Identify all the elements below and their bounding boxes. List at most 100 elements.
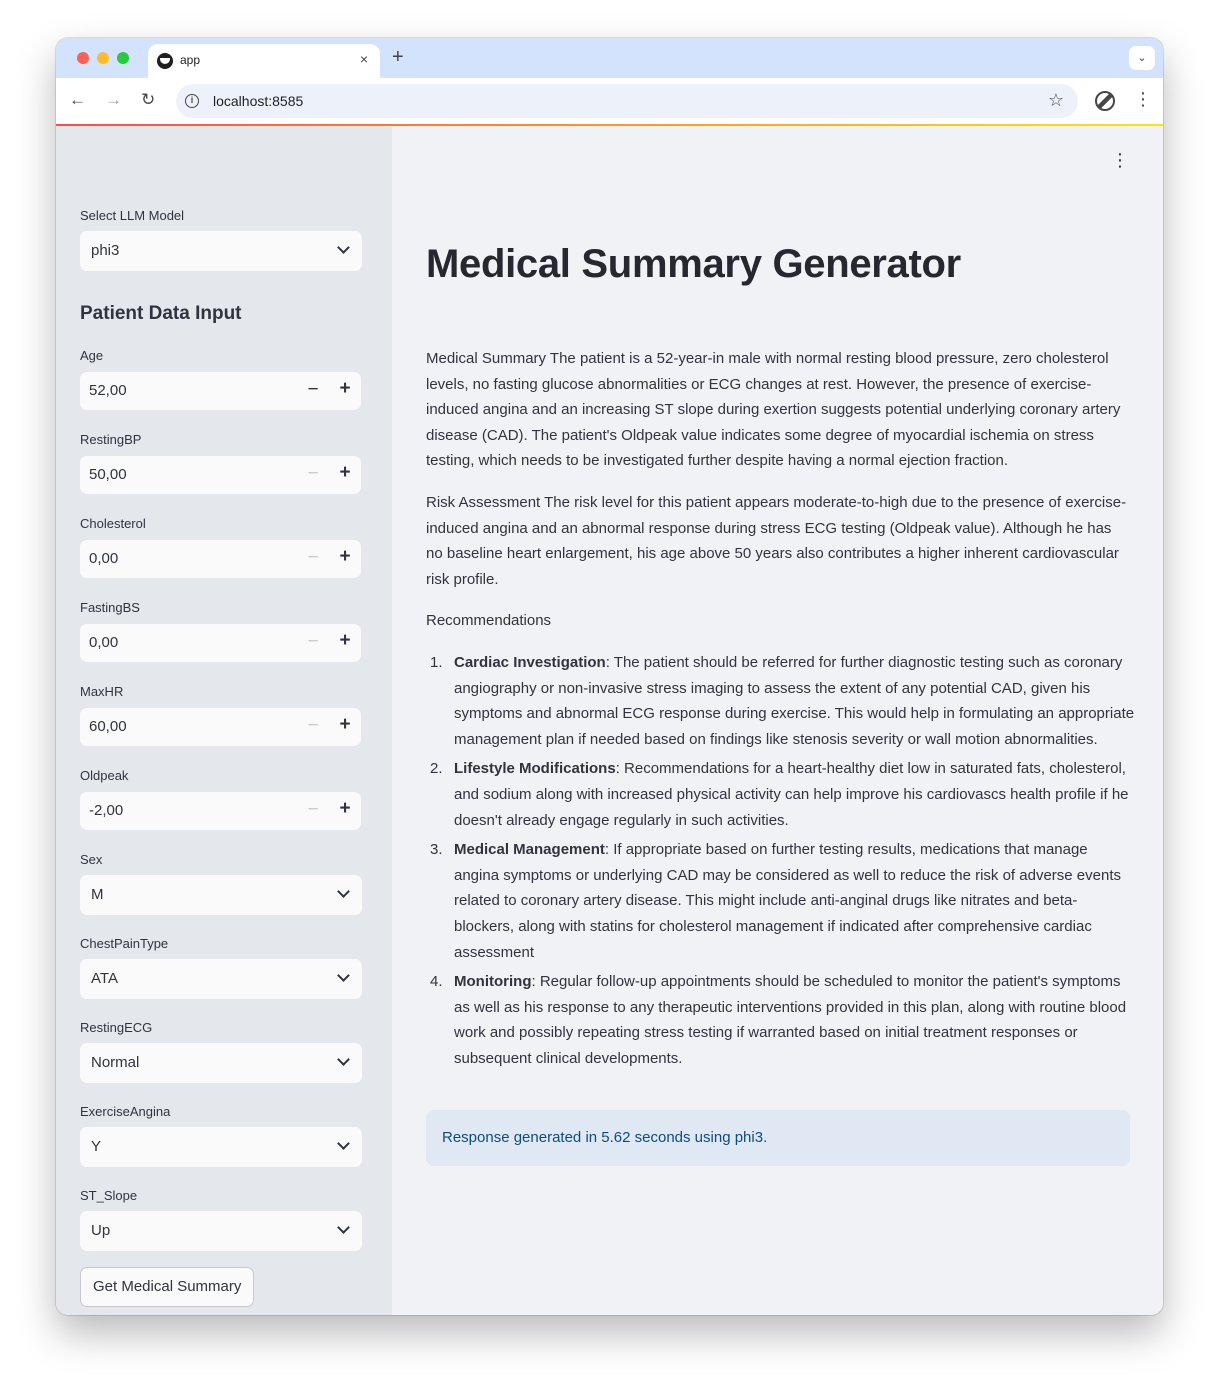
fastingbs-decrement-button[interactable]: − [303, 631, 323, 653]
oldpeak-decrement-button[interactable]: − [303, 799, 323, 821]
restingbp-value[interactable]: 50,00 [89, 466, 127, 483]
list-item: 1. Cardiac Investigation: The patient sh… [426, 650, 1136, 752]
chestpaintype-select[interactable]: ATA [80, 959, 362, 999]
chevron-down-icon [337, 885, 350, 898]
patient-data-heading: Patient Data Input [80, 303, 242, 324]
list-item: 3. Medical Management: If appropriate ba… [426, 837, 1136, 965]
sidebar: Select LLM Model phi3 Patient Data Input… [56, 126, 392, 1315]
site-info-icon[interactable]: i [185, 94, 199, 108]
chevron-down-icon [337, 241, 350, 254]
exerciseangina-select[interactable]: Y [80, 1127, 362, 1167]
model-select-label: Select LLM Model [80, 208, 185, 223]
recommendations-list: 1. Cardiac Investigation: The patient sh… [426, 650, 1136, 1076]
tab-strip: app × + ⌄ [56, 38, 1163, 78]
maximize-window-button[interactable] [117, 52, 129, 64]
list-item-text: : Regular follow-up appointments should … [454, 973, 1127, 1067]
list-item: 2. Lifestyle Modifications: Recommendati… [426, 756, 1136, 833]
browser-menu-icon[interactable]: ⋮ [1134, 89, 1152, 110]
risk-assessment-paragraph: Risk Assessment The risk level for this … [426, 494, 1127, 588]
oldpeak-input[interactable]: -2,00 − + [80, 792, 361, 830]
chestpaintype-select-value: ATA [91, 970, 118, 987]
list-item-title: Lifestyle Modifications [454, 760, 616, 778]
age-value[interactable]: 52,00 [89, 382, 127, 399]
sex-select-value: M [91, 886, 104, 903]
list-item: 4. Monitoring: Regular follow-up appoint… [426, 969, 1136, 1071]
st-slope-select-value: Up [91, 1222, 111, 1239]
list-item-number: 2. [430, 760, 443, 778]
age-label: Age [80, 348, 104, 363]
maxhr-label: MaxHR [80, 684, 124, 699]
chevron-down-icon [337, 1053, 350, 1066]
sex-select[interactable]: M [80, 875, 362, 915]
chevron-down-icon [337, 1137, 350, 1150]
streamlit-favicon-icon [157, 53, 173, 69]
app-menu-icon[interactable]: ⋮ [1111, 150, 1129, 171]
age-increment-button[interactable]: + [335, 378, 355, 400]
list-item-number: 3. [430, 841, 443, 859]
info-alert: Response generated in 5.62 seconds using… [426, 1110, 1130, 1166]
oldpeak-value[interactable]: -2,00 [89, 802, 123, 819]
cholesterol-value[interactable]: 0,00 [89, 550, 118, 567]
main-content: ⋮ Medical Summary Generator Medical Summ… [392, 126, 1163, 1315]
restingbp-label: RestingBP [80, 432, 142, 447]
cholesterol-increment-button[interactable]: + [335, 546, 355, 568]
browser-tab[interactable]: app × [148, 44, 380, 78]
oldpeak-increment-button[interactable]: + [335, 798, 355, 820]
cholesterol-decrement-button[interactable]: − [303, 547, 323, 569]
list-item-title: Monitoring [454, 973, 532, 991]
restingecg-select[interactable]: Normal [80, 1043, 362, 1083]
fastingbs-input[interactable]: 0,00 − + [80, 624, 361, 662]
st-slope-select[interactable]: Up [80, 1211, 362, 1251]
st-slope-label: ST_Slope [80, 1188, 138, 1203]
list-item-title: Medical Management [454, 841, 605, 859]
cholesterol-label: Cholesterol [80, 516, 146, 531]
fastingbs-increment-button[interactable]: + [335, 630, 355, 652]
age-decrement-button[interactable]: − [303, 379, 323, 401]
fastingbs-value[interactable]: 0,00 [89, 634, 118, 651]
restingbp-decrement-button[interactable]: − [303, 463, 323, 485]
close-window-button[interactable] [77, 52, 89, 64]
list-item-text: : If appropriate based on further testin… [454, 841, 1121, 961]
restingbp-increment-button[interactable]: + [335, 462, 355, 484]
chevron-down-icon [337, 969, 350, 982]
url-text[interactable]: localhost:8585 [213, 93, 303, 109]
recommendations-heading: Recommendations [426, 612, 552, 629]
info-alert-text: Response generated in 5.62 seconds using… [442, 1129, 768, 1146]
new-tab-button[interactable]: + [392, 46, 404, 69]
exerciseangina-label: ExerciseAngina [80, 1104, 171, 1119]
reload-button[interactable]: ↻ [141, 90, 155, 110]
cholesterol-input[interactable]: 0,00 − + [80, 540, 361, 578]
chestpaintype-label: ChestPainType [80, 936, 169, 951]
get-medical-summary-button[interactable]: Get Medical Summary [80, 1267, 255, 1307]
maxhr-value[interactable]: 60,00 [89, 718, 127, 735]
restingbp-input[interactable]: 50,00 − + [80, 456, 361, 494]
list-item-number: 4. [430, 973, 443, 991]
minimize-window-button[interactable] [97, 52, 109, 64]
browser-window: app × + ⌄ ← → ↻ i localhost:8585 ☆ ⋮ Sel… [56, 38, 1163, 1315]
oldpeak-label: Oldpeak [80, 768, 129, 783]
fastingbs-label: FastingBS [80, 600, 140, 615]
model-select[interactable]: phi3 [80, 231, 362, 271]
medical-summary-paragraph: Medical Summary The patient is a 52-year… [426, 350, 1121, 470]
maxhr-input[interactable]: 60,00 − + [80, 708, 361, 746]
bookmark-star-icon[interactable]: ☆ [1048, 90, 1064, 111]
profile-icon[interactable] [1095, 91, 1115, 111]
address-bar[interactable]: i localhost:8585 ☆ [176, 84, 1078, 118]
model-select-value: phi3 [91, 242, 120, 259]
sex-label: Sex [80, 852, 103, 867]
tab-search-button[interactable]: ⌄ [1129, 46, 1155, 70]
chevron-down-icon [337, 1221, 350, 1234]
maxhr-decrement-button[interactable]: − [303, 715, 323, 737]
restingecg-label: RestingECG [80, 1020, 153, 1035]
back-button[interactable]: ← [69, 90, 86, 110]
forward-button[interactable]: → [105, 90, 122, 110]
restingecg-select-value: Normal [91, 1054, 140, 1071]
age-input[interactable]: 52,00 − + [80, 372, 361, 410]
tab-close-icon[interactable]: × [360, 51, 368, 67]
tab-title: app [180, 53, 201, 67]
list-item-title: Cardiac Investigation [454, 654, 606, 671]
maxhr-increment-button[interactable]: + [335, 714, 355, 736]
browser-toolbar: ← → ↻ i localhost:8585 ☆ ⋮ [56, 78, 1163, 124]
exerciseangina-select-value: Y [91, 1138, 102, 1155]
page-title: Medical Summary Generator [426, 242, 961, 286]
